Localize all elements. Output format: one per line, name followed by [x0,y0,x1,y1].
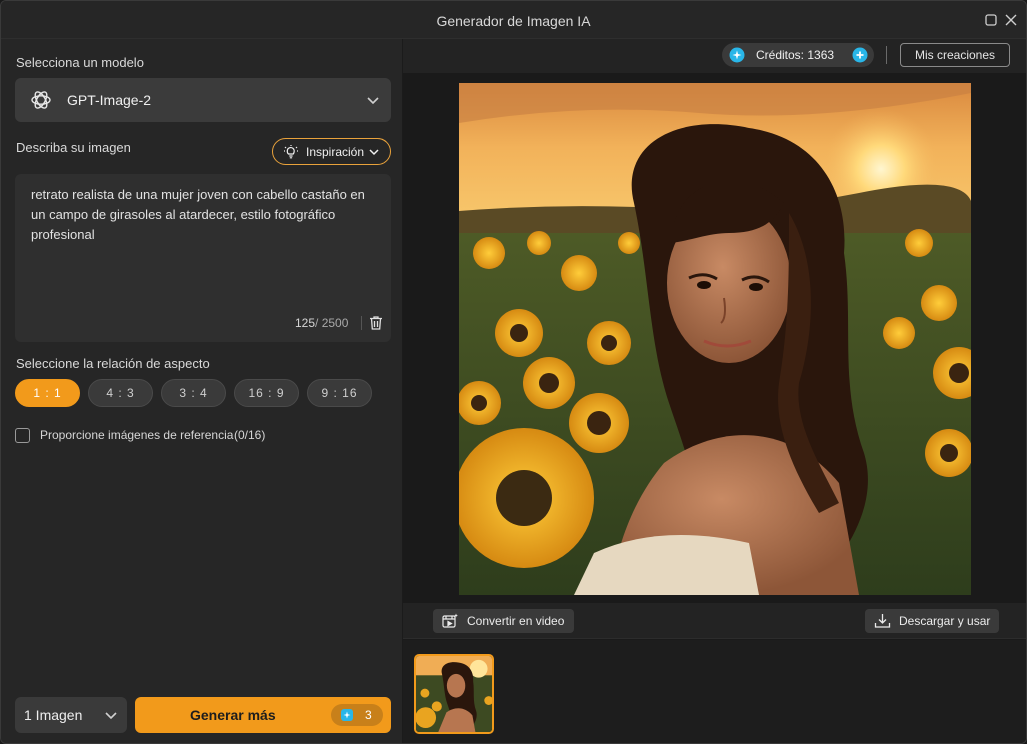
credit-coin-icon [341,709,353,721]
openai-logo-icon [31,91,51,109]
char-count: 125 [295,316,316,330]
chevron-down-icon [367,97,379,105]
generated-image-preview [459,83,971,595]
maximize-icon[interactable] [984,13,998,27]
counter-divider [361,316,362,330]
reference-checkbox[interactable] [15,428,30,443]
download-use-button[interactable]: Descargar y usar [865,609,999,633]
preview-panel: Créditos: 1363 Mis creaciones Convertir … [403,39,1026,743]
model-selected: GPT-Image-2 [67,92,152,108]
lightbulb-icon [284,145,298,159]
thumbnail-image [416,656,492,732]
thumbnail-item[interactable] [414,654,494,734]
video-sparkle-icon [442,613,458,628]
image-count-value: 1 Imagen [24,707,83,723]
window-title: Generador de Imagen IA [436,13,591,29]
aspect-option-16-9[interactable]: 16 : 9 [234,379,299,407]
my-creations-button[interactable]: Mis creaciones [900,43,1010,67]
credits-text: Créditos: 1363 [756,48,835,62]
char-counter: 125/ 2500 [295,316,348,330]
download-icon [874,614,891,628]
generate-button[interactable]: Generar más 3 [135,697,391,733]
convert-video-button[interactable]: Convertir en video [433,609,574,633]
convert-video-label: Convertir en video [467,614,565,628]
reference-label: Proporcione imágenes de referencia [40,428,234,442]
plus-circle-icon[interactable] [852,47,868,63]
title-bar: Generador de Imagen IA [1,1,1026,39]
download-use-label: Descargar y usar [899,614,991,628]
credits-badge: Créditos: 1363 [722,43,874,67]
app-window: Generador de Imagen IA Selecciona un mod… [0,0,1027,744]
prompt-text[interactable]: retrato realista de una mujer joven con … [31,185,381,245]
generated-image [459,83,971,595]
chevron-down-icon [105,712,117,720]
aspect-option-4-3[interactable]: 4 : 3 [88,379,153,407]
inspiration-button[interactable]: Inspiración [272,138,391,165]
credit-coin-icon [729,47,745,63]
prompt-textarea[interactable]: retrato realista de una mujer joven con … [15,174,391,342]
aspect-option-9-16[interactable]: 9 : 16 [307,379,372,407]
aspect-label: Seleccione la relación de aspecto [16,356,210,371]
topbar-divider [886,46,887,64]
image-action-bar: Convertir en video Descargar y usar [403,603,1026,639]
reference-count: (0/16) [234,428,266,442]
trash-icon[interactable] [368,315,384,331]
aspect-option-1-1[interactable]: 1 : 1 [15,379,80,407]
generate-cost-badge: 3 [331,704,383,726]
preview-topbar: Créditos: 1363 Mis creaciones [403,39,1026,73]
image-count-dropdown[interactable]: 1 Imagen [15,697,127,733]
thumbnail-strip [403,640,1026,743]
char-max: / 2500 [315,316,349,330]
generate-label: Generar más [190,707,276,723]
generate-cost: 3 [365,708,372,722]
chevron-down-icon [369,149,379,156]
model-label: Selecciona un modelo [16,55,144,70]
prompt-label: Describa su imagen [16,140,131,155]
model-dropdown[interactable]: GPT-Image-2 [15,78,391,122]
close-icon[interactable] [1004,13,1018,27]
settings-panel: Selecciona un modelo GPT-Image-2 Describ… [1,39,403,743]
aspect-option-3-4[interactable]: 3 : 4 [161,379,226,407]
inspiration-label: Inspiración [306,145,365,159]
